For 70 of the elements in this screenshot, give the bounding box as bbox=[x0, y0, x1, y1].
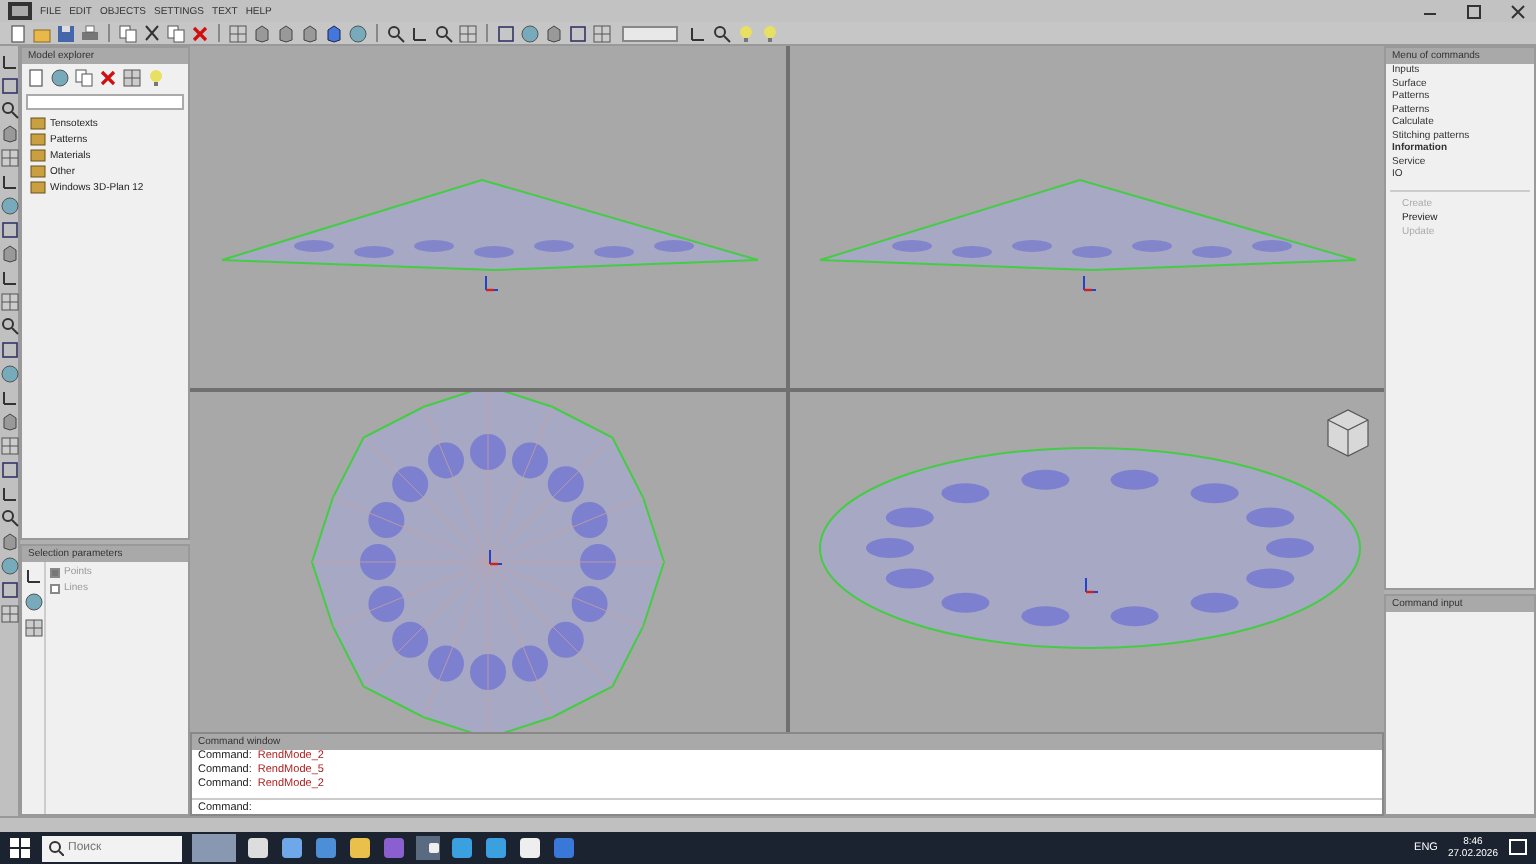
sphere-icon[interactable] bbox=[50, 68, 70, 88]
axes-icon[interactable] bbox=[0, 268, 20, 288]
frame-icon[interactable] bbox=[0, 76, 20, 96]
magnifier-icon[interactable] bbox=[712, 23, 732, 43]
axis-triad-icon bbox=[488, 548, 503, 565]
lightbulb-icon[interactable] bbox=[146, 68, 166, 88]
axis-triad-icon bbox=[1083, 275, 1098, 292]
frame-icon[interactable] bbox=[568, 23, 588, 43]
magnifier-icon[interactable] bbox=[0, 316, 20, 336]
search-field[interactable] bbox=[26, 94, 184, 110]
copy-icon[interactable] bbox=[166, 23, 186, 43]
app-square-icon[interactable] bbox=[484, 836, 508, 860]
axes-icon[interactable] bbox=[688, 23, 708, 43]
view-mode-dropdown[interactable] bbox=[622, 25, 678, 41]
maximize-icon[interactable] bbox=[1464, 1, 1484, 21]
grid-icon[interactable] bbox=[0, 292, 20, 312]
document-icon[interactable] bbox=[8, 23, 28, 43]
app-logo-icon bbox=[8, 2, 32, 20]
floppy-icon[interactable] bbox=[56, 23, 76, 43]
frame-icon[interactable] bbox=[0, 220, 20, 240]
printer-icon[interactable] bbox=[80, 23, 100, 43]
axes-icon[interactable] bbox=[24, 566, 44, 586]
cube-icon[interactable] bbox=[0, 244, 20, 264]
document-icon[interactable] bbox=[26, 68, 46, 88]
magnifier-icon[interactable] bbox=[386, 23, 406, 43]
axes-icon[interactable] bbox=[0, 484, 20, 504]
delete-icon[interactable] bbox=[98, 68, 118, 88]
frame-icon[interactable] bbox=[496, 23, 516, 43]
frame-icon[interactable] bbox=[0, 580, 20, 600]
axes-icon[interactable] bbox=[0, 52, 20, 72]
axes-icon[interactable] bbox=[0, 172, 20, 192]
cube-icon[interactable] bbox=[0, 532, 20, 552]
frame-icon[interactable] bbox=[0, 340, 20, 360]
photo-placeholder bbox=[192, 834, 236, 862]
app-square-icon[interactable] bbox=[518, 836, 542, 860]
magnifier-icon[interactable] bbox=[434, 23, 454, 43]
axis-triad-icon bbox=[1085, 576, 1100, 593]
search-icon bbox=[48, 840, 64, 856]
grid-icon[interactable] bbox=[228, 23, 248, 43]
view-cube-icon[interactable] bbox=[1327, 408, 1370, 457]
copy-icon[interactable] bbox=[74, 68, 94, 88]
grid-icon[interactable] bbox=[0, 436, 20, 456]
app-square-icon[interactable] bbox=[280, 836, 304, 860]
sphere-icon[interactable] bbox=[520, 23, 540, 43]
windows-logo-icon[interactable] bbox=[8, 836, 32, 860]
app-square-icon[interactable] bbox=[246, 836, 270, 860]
sphere-icon[interactable] bbox=[348, 23, 368, 43]
grid-icon[interactable] bbox=[0, 148, 20, 168]
grid-icon[interactable] bbox=[0, 604, 20, 624]
axis-triad-icon bbox=[484, 275, 499, 292]
magnifier-icon[interactable] bbox=[0, 100, 20, 120]
grid-icon[interactable] bbox=[24, 618, 44, 638]
copy-icon[interactable] bbox=[118, 23, 138, 43]
lightbulb-icon[interactable] bbox=[760, 23, 780, 43]
sphere-icon[interactable] bbox=[0, 196, 20, 216]
grid-icon[interactable] bbox=[592, 23, 612, 43]
grid-icon[interactable] bbox=[122, 68, 142, 88]
frame-icon[interactable] bbox=[0, 460, 20, 480]
close-icon[interactable] bbox=[1508, 1, 1528, 21]
magnifier-icon[interactable] bbox=[0, 508, 20, 528]
axes-icon[interactable] bbox=[0, 388, 20, 408]
app-square-icon[interactable] bbox=[450, 836, 474, 860]
axes-icon[interactable] bbox=[410, 23, 430, 43]
cube-icon[interactable] bbox=[0, 412, 20, 432]
app-square-icon[interactable] bbox=[348, 836, 372, 860]
cube-icon[interactable] bbox=[0, 124, 20, 144]
delete-icon[interactable] bbox=[190, 23, 210, 43]
sphere-icon[interactable] bbox=[0, 364, 20, 384]
notification-icon[interactable] bbox=[1508, 838, 1528, 858]
lightbulb-icon[interactable] bbox=[736, 23, 756, 43]
